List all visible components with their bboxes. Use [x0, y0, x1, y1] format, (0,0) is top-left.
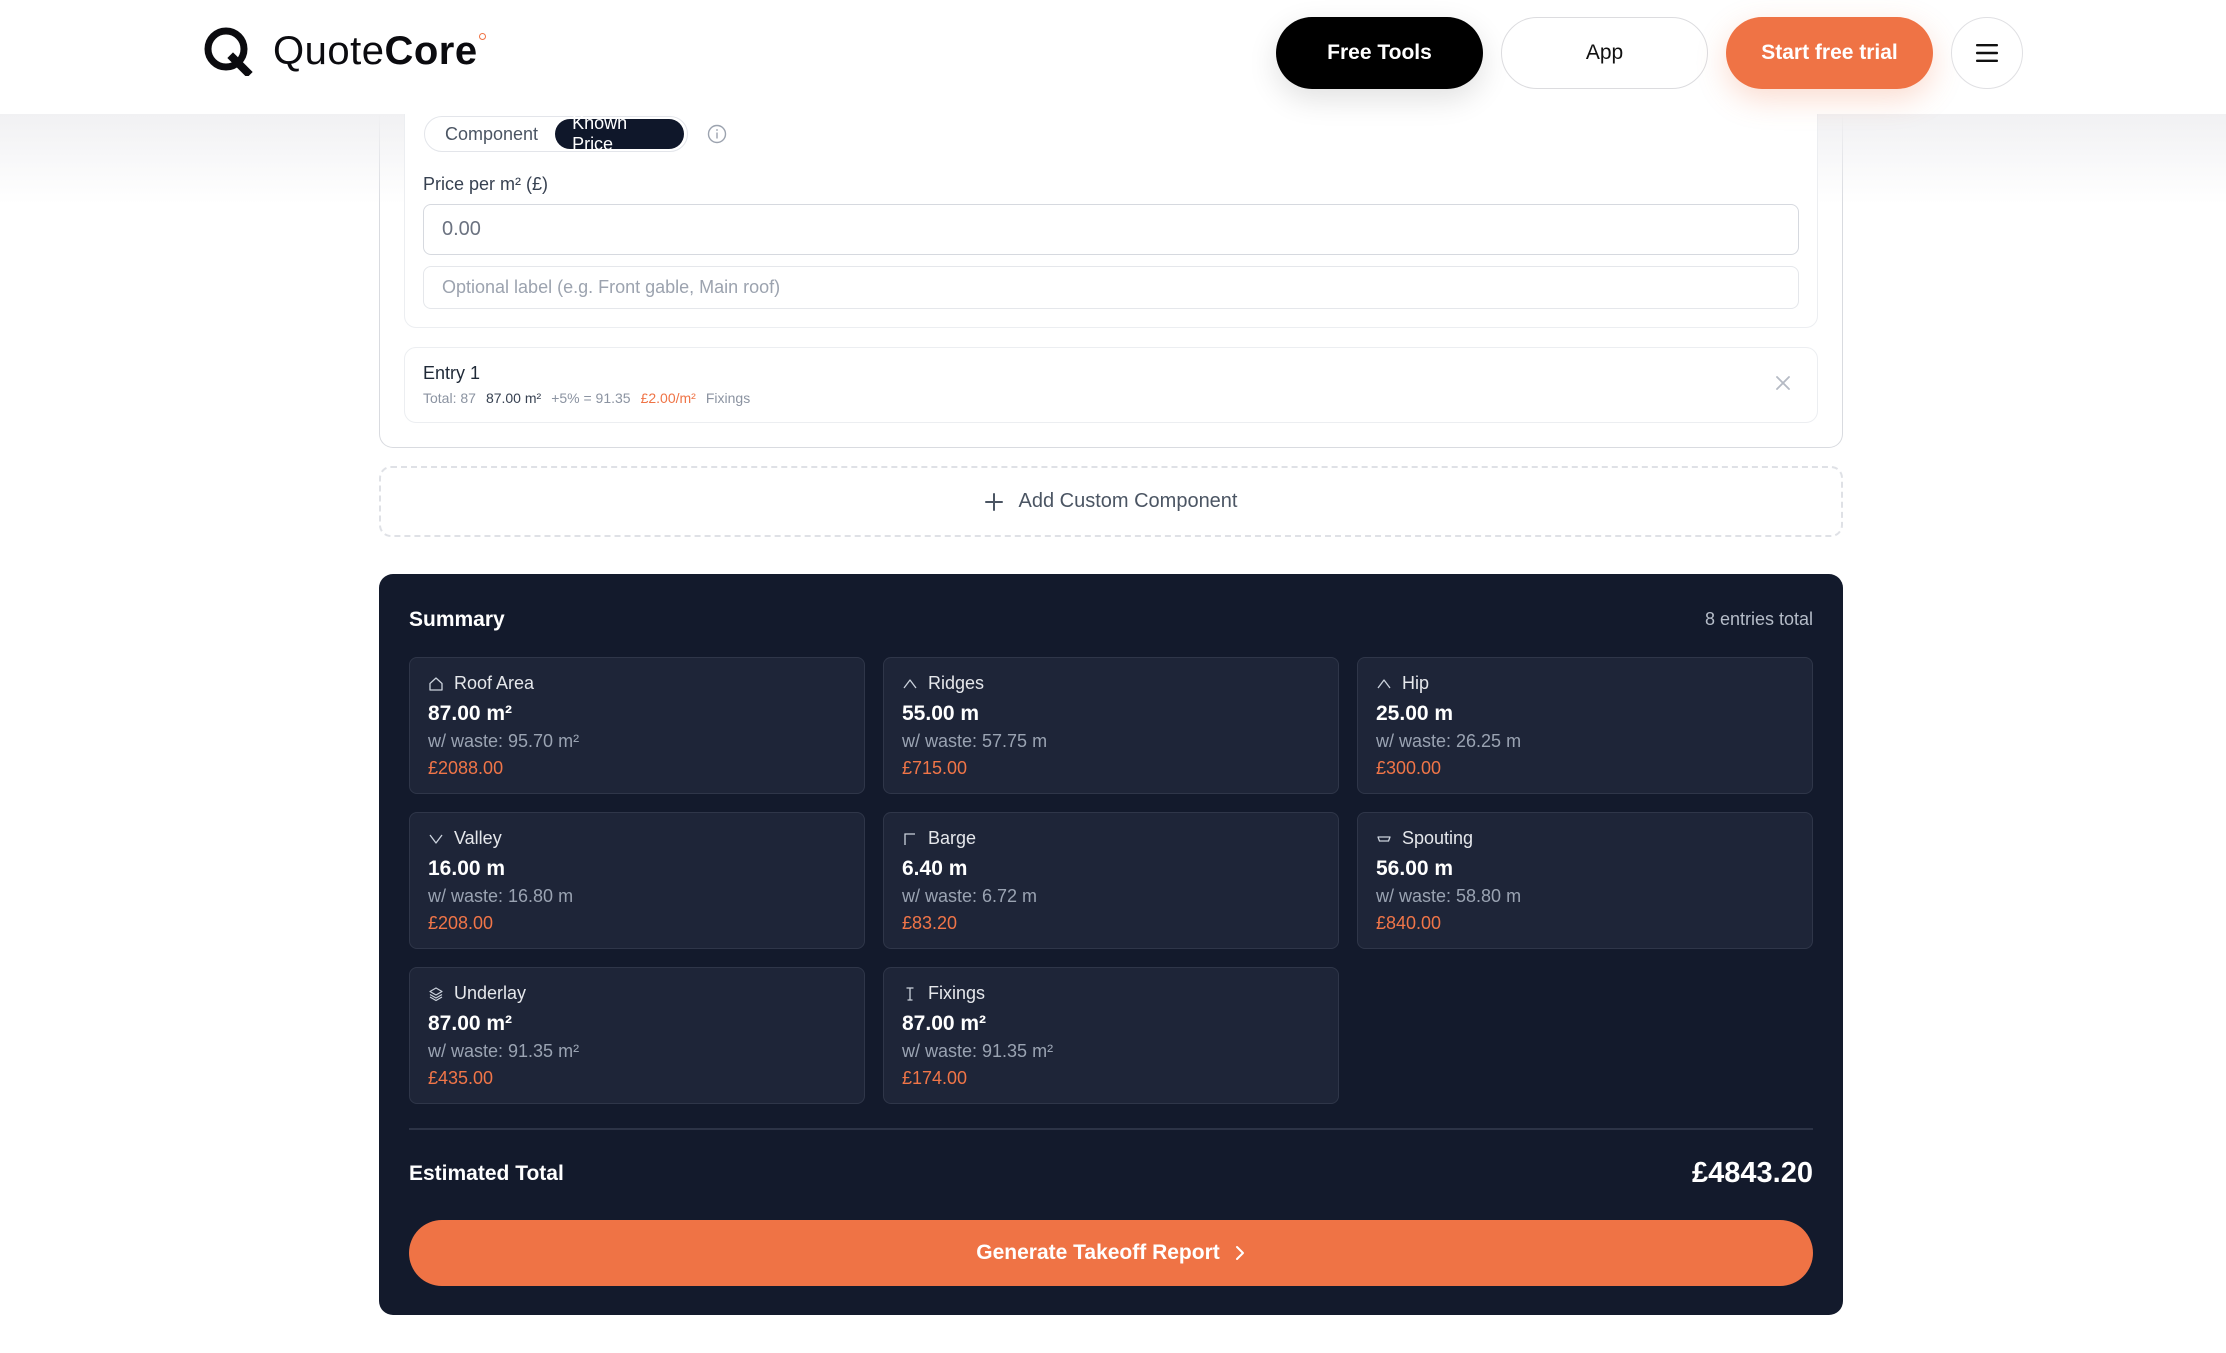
house-icon — [429, 676, 443, 691]
summary-tile-spouting: Spouting 56.00 m w/ waste: 58.80 m £840.… — [1357, 812, 1813, 949]
tile-name: Hip — [1402, 673, 1430, 693]
ridge-icon — [903, 678, 917, 688]
tile-waste: w/ waste: 6.72 m — [902, 886, 1038, 906]
tile-name: Spouting — [1402, 828, 1474, 848]
add-custom-component-button[interactable]: Add Custom Component — [379, 466, 1843, 537]
tile-waste: w/ waste: 91.35 m² — [902, 1041, 1054, 1061]
tile-waste: w/ waste: 16.80 m — [428, 886, 574, 906]
hip-icon — [1377, 678, 1391, 688]
tile-waste: w/ waste: 26.25 m — [1376, 731, 1522, 751]
entry-area: 87.00 m² — [485, 390, 542, 406]
logo-icon — [204, 27, 253, 76]
plus-icon — [985, 492, 1004, 511]
summary-count: 8 entries total — [1704, 609, 1813, 629]
summary-tile-ridges: Ridges 55.00 m w/ waste: 57.75 m £715.00 — [883, 657, 1339, 794]
tile-waste: w/ waste: 57.75 m — [902, 731, 1048, 751]
tile-waste: w/ waste: 91.35 m² — [428, 1041, 580, 1061]
tile-price: £174.00 — [902, 1068, 968, 1088]
mode-toggle: Component Known Price — [424, 113, 688, 154]
summary-tile-fixings: Fixings 87.00 m² w/ waste: 91.35 m² £174… — [883, 967, 1339, 1104]
logo-dot — [478, 32, 486, 40]
summary-tile-hip: Hip 25.00 m w/ waste: 26.25 m £300.00 — [1357, 657, 1813, 794]
summary-panel: Summary 8 entries total Roof Area 87.00 … — [379, 574, 1843, 1315]
tile-value: 87.00 m² — [902, 1012, 987, 1035]
valley-icon — [429, 834, 443, 844]
tile-name: Underlay — [454, 983, 527, 1003]
tile-value: 16.00 m — [428, 857, 506, 880]
tile-waste: w/ waste: 95.70 m² — [428, 731, 580, 751]
tile-price: £435.00 — [428, 1068, 494, 1088]
estimated-total-label: Estimated Total — [409, 1162, 564, 1185]
tile-value: 87.00 m² — [428, 702, 513, 725]
tile-value: 55.00 m — [902, 702, 980, 725]
summary-tile-valley: Valley 16.00 m w/ waste: 16.80 m £208.00 — [409, 812, 865, 949]
entry-total: Total: 87 — [423, 390, 476, 406]
entry-waste: +5% = 91.35 — [551, 390, 631, 406]
price-per-m2-input[interactable] — [423, 204, 1799, 255]
tile-price: £840.00 — [1376, 913, 1442, 933]
summary-tile-barge: Barge 6.40 m w/ waste: 6.72 m £83.20 — [883, 812, 1339, 949]
entry-row: Entry 1 Total: 87 87.00 m² +5% = 91.35 £… — [404, 347, 1818, 423]
mode-known-price[interactable]: Known Price — [555, 113, 684, 154]
start-free-trial-button[interactable]: Start free trial — [1726, 17, 1933, 89]
tile-value: 6.40 m — [902, 857, 968, 880]
close-icon[interactable] — [1773, 373, 1793, 393]
hamburger-icon — [1976, 44, 1998, 62]
tile-value: 87.00 m² — [428, 1012, 513, 1035]
tile-name: Fixings — [928, 983, 986, 1003]
gutter-icon — [1377, 835, 1391, 842]
logo-text: QuoteCore — [273, 28, 486, 74]
page: QuoteCore Free Tools App Start free tria… — [0, 0, 2226, 1353]
free-tools-button[interactable]: Free Tools — [1276, 17, 1483, 89]
logo[interactable]: QuoteCore — [203, 26, 486, 76]
price-label: Price per m² (£) — [423, 174, 549, 194]
tile-name: Roof Area — [454, 673, 535, 693]
entry-rate: £2.00/m² — [640, 390, 696, 406]
entry-type: Fixings — [705, 390, 751, 406]
tile-name: Barge — [928, 828, 977, 848]
optional-label-input[interactable] — [423, 266, 1799, 309]
logo-text-bold: Core — [384, 28, 478, 73]
tile-price: £300.00 — [1376, 758, 1442, 778]
tile-name: Valley — [454, 828, 502, 848]
add-custom-label: Add Custom Component — [1018, 490, 1238, 512]
generate-takeoff-report-button[interactable]: Generate Takeoff Report — [409, 1220, 1813, 1286]
barge-icon — [904, 832, 915, 845]
mode-component[interactable]: Component — [428, 119, 555, 149]
menu-button[interactable] — [1951, 17, 2023, 89]
tile-price: £2088.00 — [428, 758, 504, 778]
summary-divider — [409, 1128, 1813, 1130]
tile-price: £83.20 — [902, 913, 958, 933]
layers-icon — [429, 986, 443, 1001]
info-icon[interactable] — [707, 124, 727, 144]
generate-label: Generate Takeoff Report — [976, 1241, 1220, 1264]
app-button[interactable]: App — [1501, 17, 1708, 89]
logo-text-light: Quote — [273, 28, 385, 73]
summary-tile-underlay: Underlay 87.00 m² w/ waste: 91.35 m² £43… — [409, 967, 865, 1104]
top-nav: QuoteCore Free Tools App Start free tria… — [0, 0, 2226, 114]
entry-meta: Total: 87 87.00 m² +5% = 91.35 £2.00/m² … — [423, 390, 750, 406]
tile-name: Ridges — [928, 673, 985, 693]
summary-tile-roof-area: Roof Area 87.00 m² w/ waste: 95.70 m² £2… — [409, 657, 865, 794]
chevron-right-icon — [1235, 1246, 1244, 1260]
tile-value: 25.00 m — [1376, 702, 1454, 725]
estimated-total-value: £4843.20 — [1692, 1157, 1813, 1189]
tile-price: £715.00 — [902, 758, 968, 778]
tile-waste: w/ waste: 58.80 m — [1376, 886, 1522, 906]
tile-price: £208.00 — [428, 913, 494, 933]
summary-title: Summary — [409, 608, 505, 631]
tile-value: 56.00 m — [1376, 857, 1454, 880]
fixing-icon — [906, 986, 914, 1001]
entry-title: Entry 1 — [423, 363, 481, 383]
